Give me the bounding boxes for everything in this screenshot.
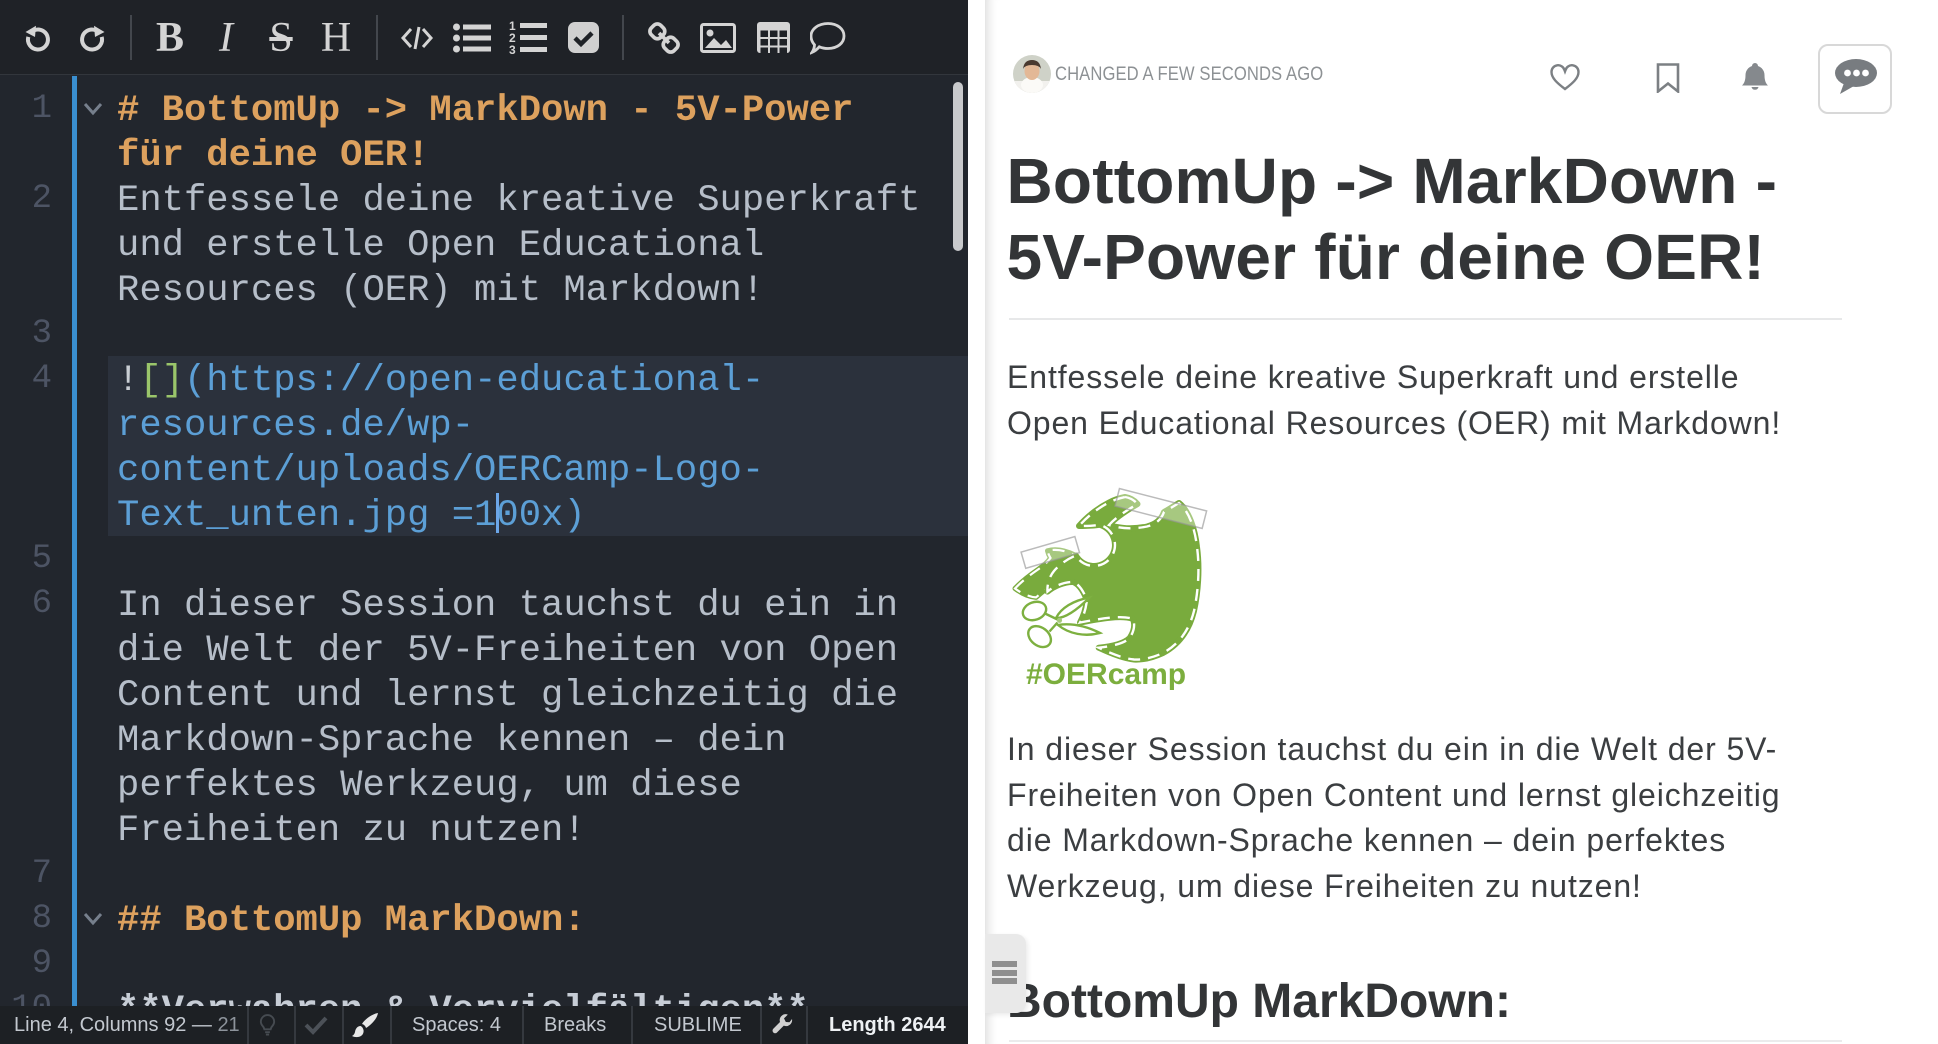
svg-text:3: 3: [509, 43, 516, 55]
